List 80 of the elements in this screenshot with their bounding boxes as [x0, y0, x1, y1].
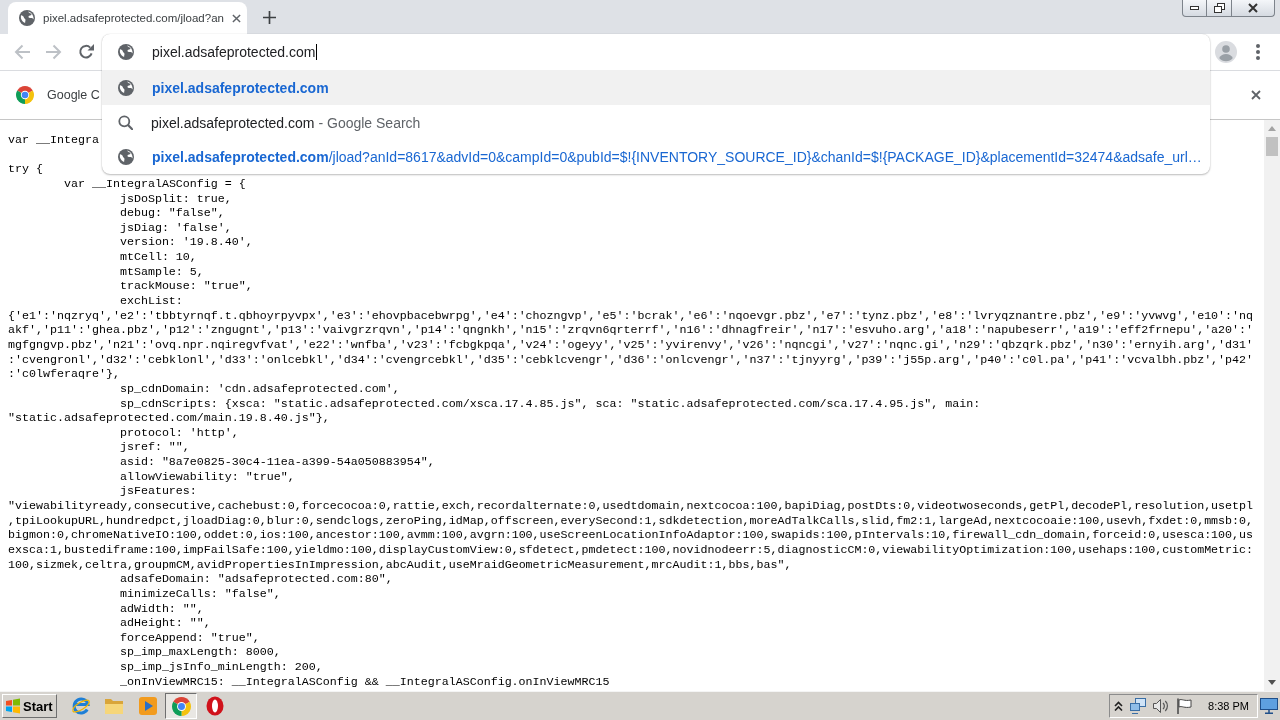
code-line: :'cvengronl','d32':'cebklonl','d33':'onlcebkl','d34':'cvengrcebkl','d35':'cebklcvengr','d36':'onlcvengr','n37':'tjnyyrg','p39':'j55p.arg','p40':'c0l.pa','p41':'vcvalbh.pbz','p42': [8, 352, 1254, 367]
code-line: ,tpiLookupURL,hundredpct,jloadDiag:0,blur:0,sendclogs,zeroPing,idMap,offscreen,everySecond:1,sdkdetection,moreAdTalkCalls,slid,fm2:1,largeAd,nextcocoaie:100,usevh,fxdet:0,mmsb:0,: [8, 513, 1254, 528]
plus-icon: [262, 10, 276, 24]
code-line: adHeight: "",: [119, 616, 211, 631]
forward-arrow-icon: [46, 44, 62, 60]
code-line: sp_cdnDomain: 'cdn.adsafeprotected.com',: [119, 381, 400, 396]
code-line: jsFeatures:: [119, 484, 197, 499]
code-line: {'e1':'nqzryq','e2':'tbbtyrnqf.t.qbhoyrpyvpx','e3':'ehovpbacebwrpg','e4':'chozngvp','e5':'bcrak','e6':'nqoevgr.pbz','e7':'tynz.pbz','e8':'lvryqznantre.pbz','e9':'yvwvg','e10':'nq: [8, 308, 1254, 323]
chevron-up-icon[interactable]: [1114, 701, 1124, 711]
close-button[interactable]: [1232, 0, 1275, 17]
code-line: mtSample: 5,: [119, 264, 204, 279]
code-line: akf','p11':'ghea.pbz','p12':'zngugnt','p13':'vaivgrzrqvn','p14':'qngnkh','n15':'zrqvn6qrterrf','n16':'dhnagfreir','n17':'esvuho.arg','a18':'napubeserr','a19':'eff2frnepu','a20':': [8, 323, 1254, 338]
code-line: :'c0lwferaqre'},: [8, 367, 120, 382]
code-line: trackMouse: "true",: [119, 279, 253, 294]
letter-e-icon: [70, 696, 91, 716]
avatar-icon: [1215, 41, 1237, 63]
folder-icon: [104, 696, 125, 716]
back-arrow-icon: [14, 44, 30, 60]
code-line: "viewabilityready,consecutive,cachebust:0,forcecocoa:0,rattie,exch,recordalternate:0,usedtdomain,nextcocoa:100,bapiDiag,postDts:0,videotwoseconds,getPl,decodePl,resolution,usetpl: [8, 499, 1254, 513]
code-line: var __IntegralASConfig = {: [63, 176, 246, 191]
minimize-icon: [1190, 6, 1199, 10]
close-icon: [1248, 3, 1258, 13]
code-line: protocol: 'http',: [119, 425, 239, 440]
code-line: try {: [8, 162, 43, 177]
address-field[interactable]: pixel.adsafeprotected.com: [152, 41, 1200, 63]
play-icon: [137, 696, 158, 716]
code-line: bigmon:0,chromeNativeIO:100,oddet:0,ios:100,ancestor:100,avmm:100,avgrn:100,useScreenLocationInfoAdaptor:100,swapids:100,pIntervals:10,firewall_cdn_domain,forceid:0,usesca:100,us: [8, 528, 1254, 543]
restore-icon: [1213, 3, 1225, 13]
browser-tab[interactable]: pixel.adsafeprotected.com/jload?an: [8, 2, 247, 34]
code-line: "static.adsafeprotected.com/main.19.8.40.js"},: [8, 411, 330, 426]
menu-icon: [1256, 44, 1260, 60]
code-line: jsDoSplit: true,: [119, 191, 232, 206]
globe-icon: [118, 44, 134, 60]
code-line: jsref: "",: [119, 440, 190, 455]
reload-icon: [78, 44, 94, 60]
letter-o-icon: [204, 696, 225, 716]
code-line: var __Integra: [8, 133, 99, 147]
code-line: sp_imp_maxLength: 8000,: [119, 645, 281, 660]
search-icon: [118, 115, 133, 130]
monitor-icon: [1260, 698, 1278, 714]
code-line: allowViewability: "true",: [119, 469, 295, 484]
globe-icon: [118, 79, 134, 96]
globe-icon: [118, 149, 134, 165]
suggestion-item[interactable]: pixel.adsafeprotected.com/jload?anId=8617&advId=0&campId=0&pubId=$!{INVENTORY_SOURCE_ID}&chanId=$!{PACKAGE_ID}&placementId=32474&adsafe_url…: [102, 140, 1210, 174]
code-line: sp_cdnScripts: {xsca: "static.adsafeprotected.com/xsca.17.4.85.js", sca: "static.adsafeprotected.com/sca.17.4.95.js", main:: [119, 396, 981, 411]
code-line: forceAppend: "true",: [119, 630, 260, 645]
code-line: exchList:: [119, 294, 183, 309]
clock[interactable]: 8:38 PM: [1208, 700, 1249, 712]
profile-button[interactable]: [1212, 38, 1240, 66]
code-line: 100,sizmek,celtra,groupmCM,avidPropertiesInImpression,abcAudit,useMraidGeometricMeasurement,mrcAudit:1,bbs,bas",: [8, 557, 792, 572]
code-line: jsDiag: 'false',: [119, 220, 232, 235]
scroll-thumb[interactable]: [1266, 137, 1278, 156]
suggestion-item[interactable]: pixel.adsafeprotected.com - Google Search: [102, 105, 1210, 140]
app-logo-icon: [171, 696, 191, 716]
flag-icon[interactable]: [1176, 698, 1193, 714]
start-button[interactable]: Start: [2, 694, 57, 718]
code-line: debug: "false",: [119, 206, 225, 221]
close-icon: [1251, 90, 1261, 100]
suggestion-item[interactable]: pixel.adsafeprotected.com: [102, 70, 1210, 105]
minimize-button[interactable]: [1182, 0, 1207, 17]
speaker-icon[interactable]: [1153, 698, 1170, 714]
infobar-message: Google C: [47, 88, 100, 102]
close-icon: [231, 13, 241, 23]
code-line: version: '19.8.40',: [119, 235, 253, 250]
code-line: mgfgngvp.pbz','n21':'ovq.npr.nqiregvfvat','e22':'wnfba','v23':'fcbgkpqa','v24':'ogeyy','v25':'yvirenvy','v26':'nqncgi','v27':'nqnc.gi','n29':'qbzqrk.pbz','n30':'ernyih.arg','d31': [8, 337, 1254, 352]
pane-logo-icon: [5, 698, 21, 714]
app-logo-icon: [16, 86, 34, 104]
code-line: exsca:1,bustediframe:100,impFailSafe:100,yieldmo:100,displayCustomView:0,sfdetect,pmdetect:100,novidnodeerr:5,diagnosticCM:0,viewabilityOptimization:100,usehaps:100,customMetric:: [8, 542, 1254, 557]
network-icon[interactable]: [1130, 698, 1147, 714]
globe-icon: [19, 10, 35, 26]
code-line: minimizeCalls: "false",: [119, 586, 281, 601]
taskbar-button[interactable]: [165, 693, 198, 719]
code-line: asid: "8a7e0825-30c4-11ea-a399-54a050883954",: [119, 455, 435, 470]
scroll-down-icon[interactable]: [1268, 680, 1276, 685]
code-line: sp_imp_jsInfo_minLength: 200,: [119, 660, 323, 675]
restore-button[interactable]: [1207, 0, 1232, 17]
code-line: mtCell: 10,: [119, 250, 197, 265]
code-line: adsafeDomain: "adsafeprotected.com:80",: [119, 572, 393, 587]
code-line: _onInViewMRC15: __IntegralASConfig && __IntegralASConfig.onInViewMRC15: [119, 674, 610, 689]
code-line: adWidth: "",: [119, 601, 204, 616]
